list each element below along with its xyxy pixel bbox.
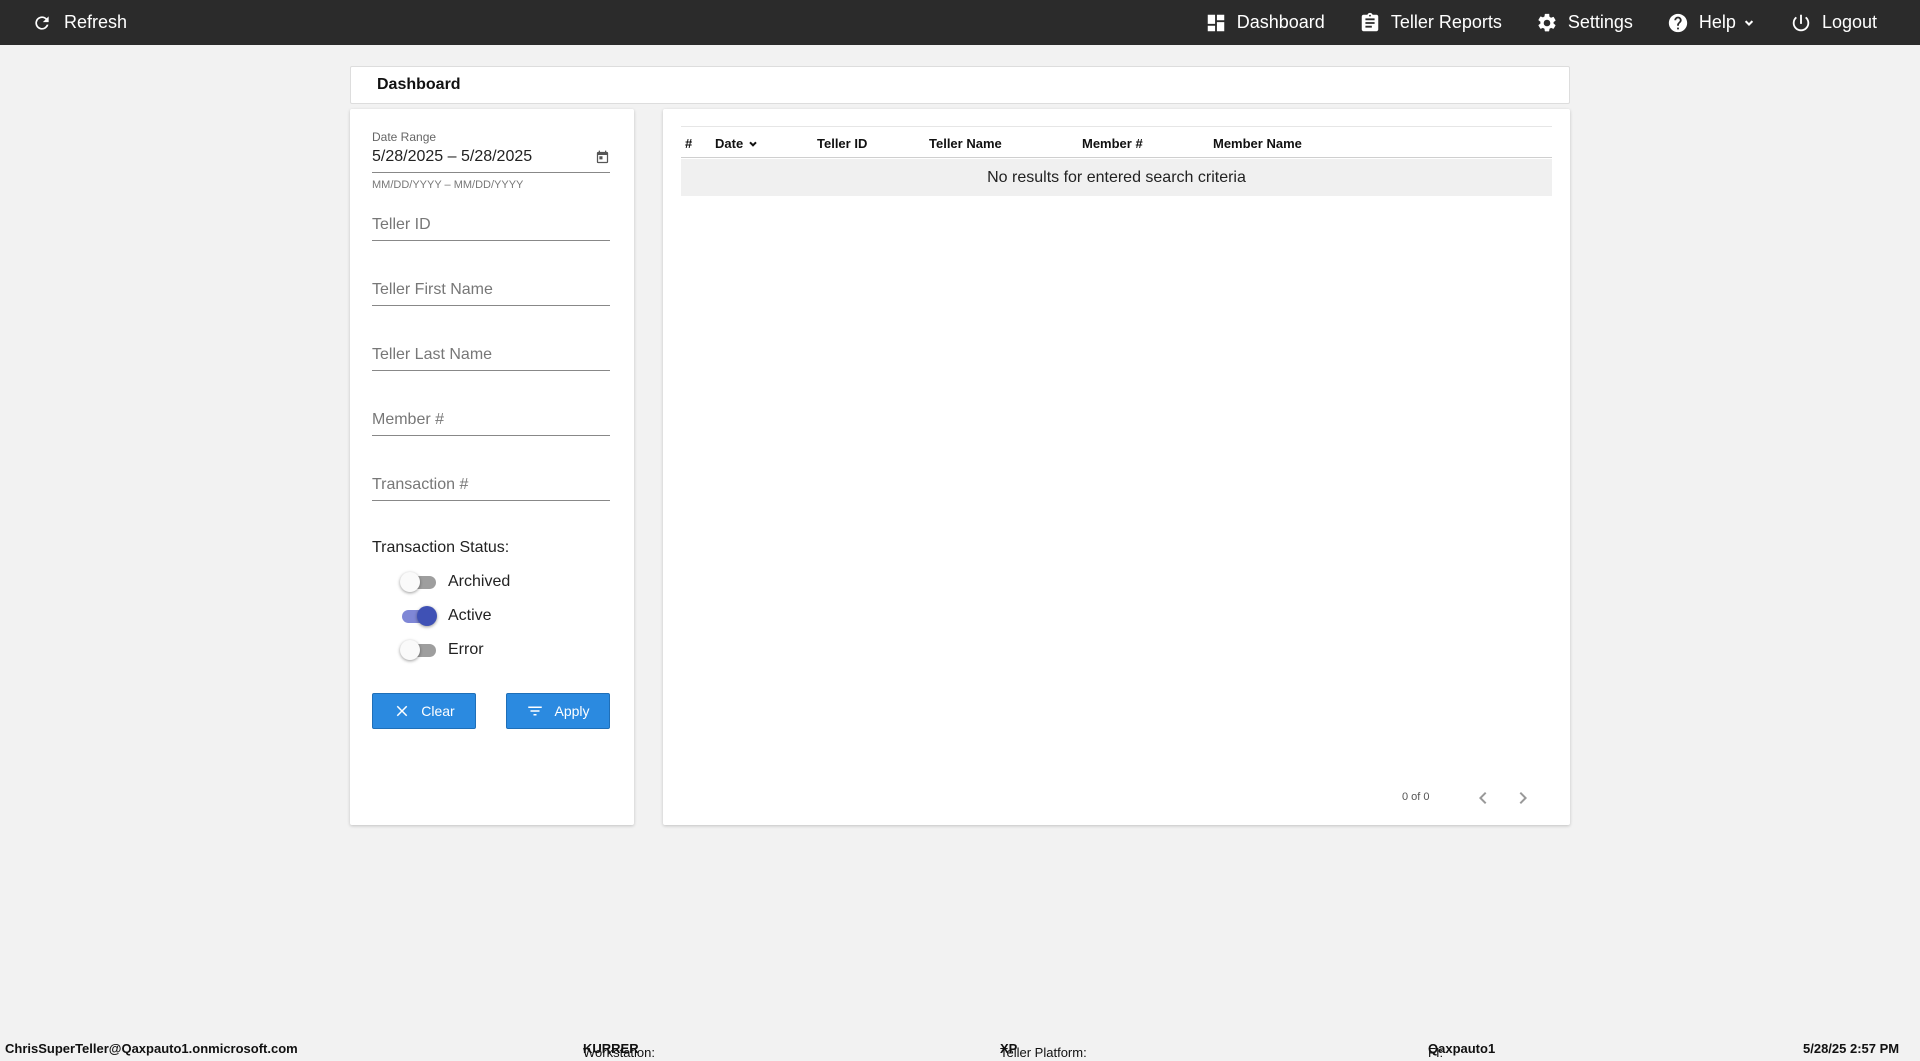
footer-timestamp: 5/28/25 2:57 PM xyxy=(1803,1041,1900,1056)
archived-switch[interactable] xyxy=(400,571,436,593)
apply-label: Apply xyxy=(554,703,590,719)
clear-label: Clear xyxy=(421,703,455,719)
calendar-icon[interactable] xyxy=(595,150,610,165)
nav-settings[interactable]: Settings xyxy=(1519,0,1650,45)
filter-panel: Date Range 5/28/2025 – 5/28/2025 MM/DD/Y… xyxy=(350,109,634,825)
gear-icon xyxy=(1538,13,1556,31)
toggle-active[interactable]: Active xyxy=(400,605,492,627)
active-label: Active xyxy=(448,607,492,624)
refresh-button[interactable]: Refresh xyxy=(32,0,127,45)
help-icon xyxy=(1668,13,1688,32)
toggle-error[interactable]: Error xyxy=(400,639,484,661)
nav-logout[interactable]: Logout xyxy=(1773,0,1894,45)
nav-settings-label: Settings xyxy=(1567,12,1633,32)
member-number-input[interactable]: Member # xyxy=(372,411,610,436)
clipboard-icon xyxy=(1361,12,1379,31)
footer-fi: FI: Qaxpauto1 xyxy=(1428,1041,1496,1060)
date-range-hint: MM/DD/YYYY – MM/DD/YYYY xyxy=(372,179,524,191)
status-footer: ChrisSuperTeller@Qaxpauto1.onmicrosoft.c… xyxy=(0,1037,1920,1061)
teller-id-input[interactable]: Teller ID xyxy=(372,216,610,241)
sort-down-icon xyxy=(749,141,757,147)
table-header: # Date Teller ID Teller Name Member # Me… xyxy=(681,126,1552,158)
transaction-status-label: Transaction Status: xyxy=(372,539,510,556)
dashboard-icon xyxy=(1207,14,1224,31)
error-label: Error xyxy=(448,641,484,658)
nav-teller-reports-label: Teller Reports xyxy=(1390,12,1502,32)
footer-user: ChrisSuperTeller@Qaxpauto1.onmicrosoft.c… xyxy=(5,1041,298,1056)
main-nav: Dashboard Teller Reports Settings Help L… xyxy=(1188,0,1894,45)
footer-platform: Teller Platform: XP xyxy=(1000,1041,1087,1060)
toggle-archived[interactable]: Archived xyxy=(400,571,510,593)
page-title-card: Dashboard xyxy=(350,66,1570,104)
empty-results-message: No results for entered search criteria xyxy=(987,168,1246,186)
top-bar: Refresh Dashboard Teller Reports Setting… xyxy=(0,0,1920,45)
chevron-down-icon xyxy=(1744,19,1754,26)
refresh-icon xyxy=(35,15,49,30)
col-date[interactable]: Date xyxy=(715,136,759,151)
col-member-number[interactable]: Member # xyxy=(1082,136,1143,151)
transaction-number-input[interactable]: Transaction # xyxy=(372,476,610,501)
date-range-value: 5/28/2025 – 5/28/2025 xyxy=(372,148,533,165)
power-icon xyxy=(1792,14,1810,31)
page-title: Dashboard xyxy=(377,76,461,93)
nav-dashboard[interactable]: Dashboard xyxy=(1188,0,1342,45)
archived-label: Archived xyxy=(448,573,511,590)
date-range-label: Date Range xyxy=(372,130,437,144)
nav-help[interactable]: Help xyxy=(1650,0,1773,45)
nav-help-label: Help xyxy=(1698,12,1736,32)
date-range-input[interactable]: 5/28/2025 – 5/28/2025 xyxy=(372,148,610,173)
clear-button[interactable]: Clear xyxy=(372,693,476,729)
page-count: 0 of 0 xyxy=(1402,791,1430,803)
close-icon xyxy=(397,705,408,717)
pagination: 0 of 0 xyxy=(663,786,1570,816)
teller-first-name-input[interactable]: Teller First Name xyxy=(372,281,610,306)
nav-teller-reports[interactable]: Teller Reports xyxy=(1342,0,1519,45)
chevron-left-icon xyxy=(1479,792,1487,804)
col-number[interactable]: # xyxy=(685,136,692,151)
prev-page-button[interactable] xyxy=(1471,786,1495,810)
results-panel: # Date Teller ID Teller Name Member # Me… xyxy=(663,109,1570,825)
error-switch[interactable] xyxy=(400,639,436,661)
refresh-label: Refresh xyxy=(64,12,128,32)
date-range-field[interactable]: Date Range 5/28/2025 – 5/28/2025 MM/DD/Y… xyxy=(372,130,610,191)
col-member-name[interactable]: Member Name xyxy=(1213,136,1302,151)
col-teller-name[interactable]: Teller Name xyxy=(929,136,1002,151)
teller-last-name-input[interactable]: Teller Last Name xyxy=(372,346,610,371)
footer-workstation: Workstation: KURRER xyxy=(583,1041,656,1060)
nav-logout-label: Logout xyxy=(1821,12,1877,32)
nav-dashboard-label: Dashboard xyxy=(1236,12,1325,32)
empty-results-row: No results for entered search criteria xyxy=(681,159,1552,196)
filter-icon xyxy=(528,706,543,716)
col-teller-id[interactable]: Teller ID xyxy=(817,136,867,151)
next-page-button[interactable] xyxy=(1511,786,1535,810)
active-switch[interactable] xyxy=(400,605,437,627)
apply-button[interactable]: Apply xyxy=(506,693,610,729)
chevron-right-icon xyxy=(1519,792,1527,804)
